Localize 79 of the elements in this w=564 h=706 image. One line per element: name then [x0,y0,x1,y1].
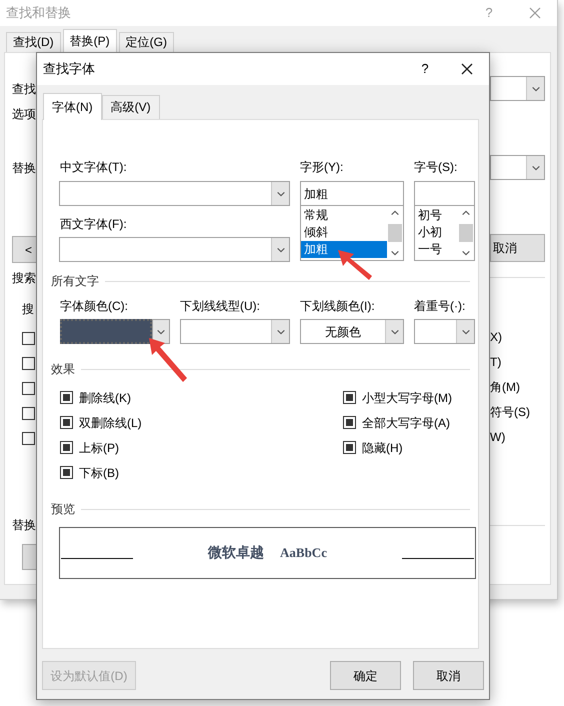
checkbox[interactable] [22,382,35,395]
chevron-down-icon [390,248,400,258]
checkbox[interactable] [22,407,35,420]
option-label: X) [490,329,503,345]
annotation-arrow [147,336,187,382]
chevron-up-icon [390,208,400,218]
field-label: 西文字体(F): [59,216,128,233]
tab[interactable]: 替换(P) [62,29,117,52]
combo-value: 无颜色 [325,324,361,340]
option-label: W) [490,429,506,445]
field-label: 下划线线型(U): [180,298,261,314]
field-label: 中文字体(T): [59,159,128,176]
replace-combo-box[interactable] [490,155,545,180]
emphasis-combo-box[interactable] [414,319,475,344]
western-font-combo-box[interactable] [59,237,290,262]
list-item[interactable]: 常规 [301,207,387,224]
checkbox-label: 下标(B) [79,464,119,482]
preview-text: AaBbCc [280,544,327,562]
field-label: 搜 [21,301,35,317]
section-title: 所有文字 [51,273,99,290]
list-item[interactable]: 倾斜 [301,224,387,241]
checkbox[interactable] [22,332,35,345]
list-item[interactable]: 初号 [415,207,458,224]
checkbox[interactable] [343,416,356,429]
option-label: 符号(S) [490,404,531,420]
checkbox-label: 上标(P) [79,440,119,456]
checkbox[interactable] [343,441,356,454]
field-label: 下划线颜色(I): [300,298,376,314]
font-style-field[interactable]: 加粗 [300,181,404,206]
field-label: 字形(Y): [300,159,344,176]
field-label: 替换 [12,160,37,176]
window-title: 查找和替换 [6,4,72,22]
chinese-font-combo-box[interactable] [59,181,290,206]
field-label: 字号(S): [414,159,458,176]
chevron-down-icon [461,248,471,258]
tab[interactable]: 字体(N) [43,93,102,120]
checkbox[interactable] [60,441,73,454]
tab[interactable]: 高级(V) [102,95,160,119]
field-label: 着重号(·): [414,298,466,314]
checkbox[interactable] [343,391,356,404]
dialog-button[interactable]: 取消 [413,661,484,690]
list-item[interactable]: 加粗 [301,241,387,258]
window-title: 查找字体 [43,60,96,78]
tab[interactable]: 查找(D) [6,32,61,52]
option-label: T) [490,354,502,370]
list-item[interactable]: 小初 [415,224,458,241]
cancel-button[interactable]: 取消 [490,234,545,262]
font-size-field[interactable] [414,181,475,206]
field-label: 选项 [12,106,37,122]
checkbox-label: 删除线(K) [79,390,131,406]
checkbox[interactable] [60,391,73,404]
color-swatch[interactable] [60,319,152,344]
section-title: 效果 [51,361,75,378]
option-label: 角(M) [490,379,521,395]
close-icon[interactable] [461,63,473,75]
field-label: 查找 [12,81,37,97]
section-title: 替换 [12,517,37,533]
checkbox-label: 全部大写字母(A) [362,414,450,432]
chevron-up-icon [461,208,471,218]
find-combo-box[interactable] [490,76,545,101]
list-item[interactable]: 一号 [415,241,458,258]
checkbox[interactable] [60,416,73,429]
preview-text: 微软卓越 [208,544,264,562]
underline-style-combo-box[interactable] [180,319,290,344]
checkbox-label: 隐藏(H) [362,440,403,456]
tab[interactable]: 定位(G) [118,32,174,52]
annotation-arrow [336,248,372,280]
checkbox[interactable] [22,357,35,370]
checkbox-label: 小型大写字母(M) [362,390,452,406]
checkbox-label: 双删除线(L) [79,414,142,432]
checkbox[interactable] [60,466,73,479]
section-title: 预览 [51,501,75,518]
dialog-button[interactable]: 确定 [330,661,401,690]
section-title: 搜索 [12,270,37,286]
underline-color-combo-box[interactable]: 无颜色 [300,319,404,344]
help-button[interactable]: ? [415,59,435,79]
dropdown-button[interactable] [152,319,170,344]
checkbox[interactable] [22,432,35,445]
field-label: 字体颜色(C): [60,298,129,314]
